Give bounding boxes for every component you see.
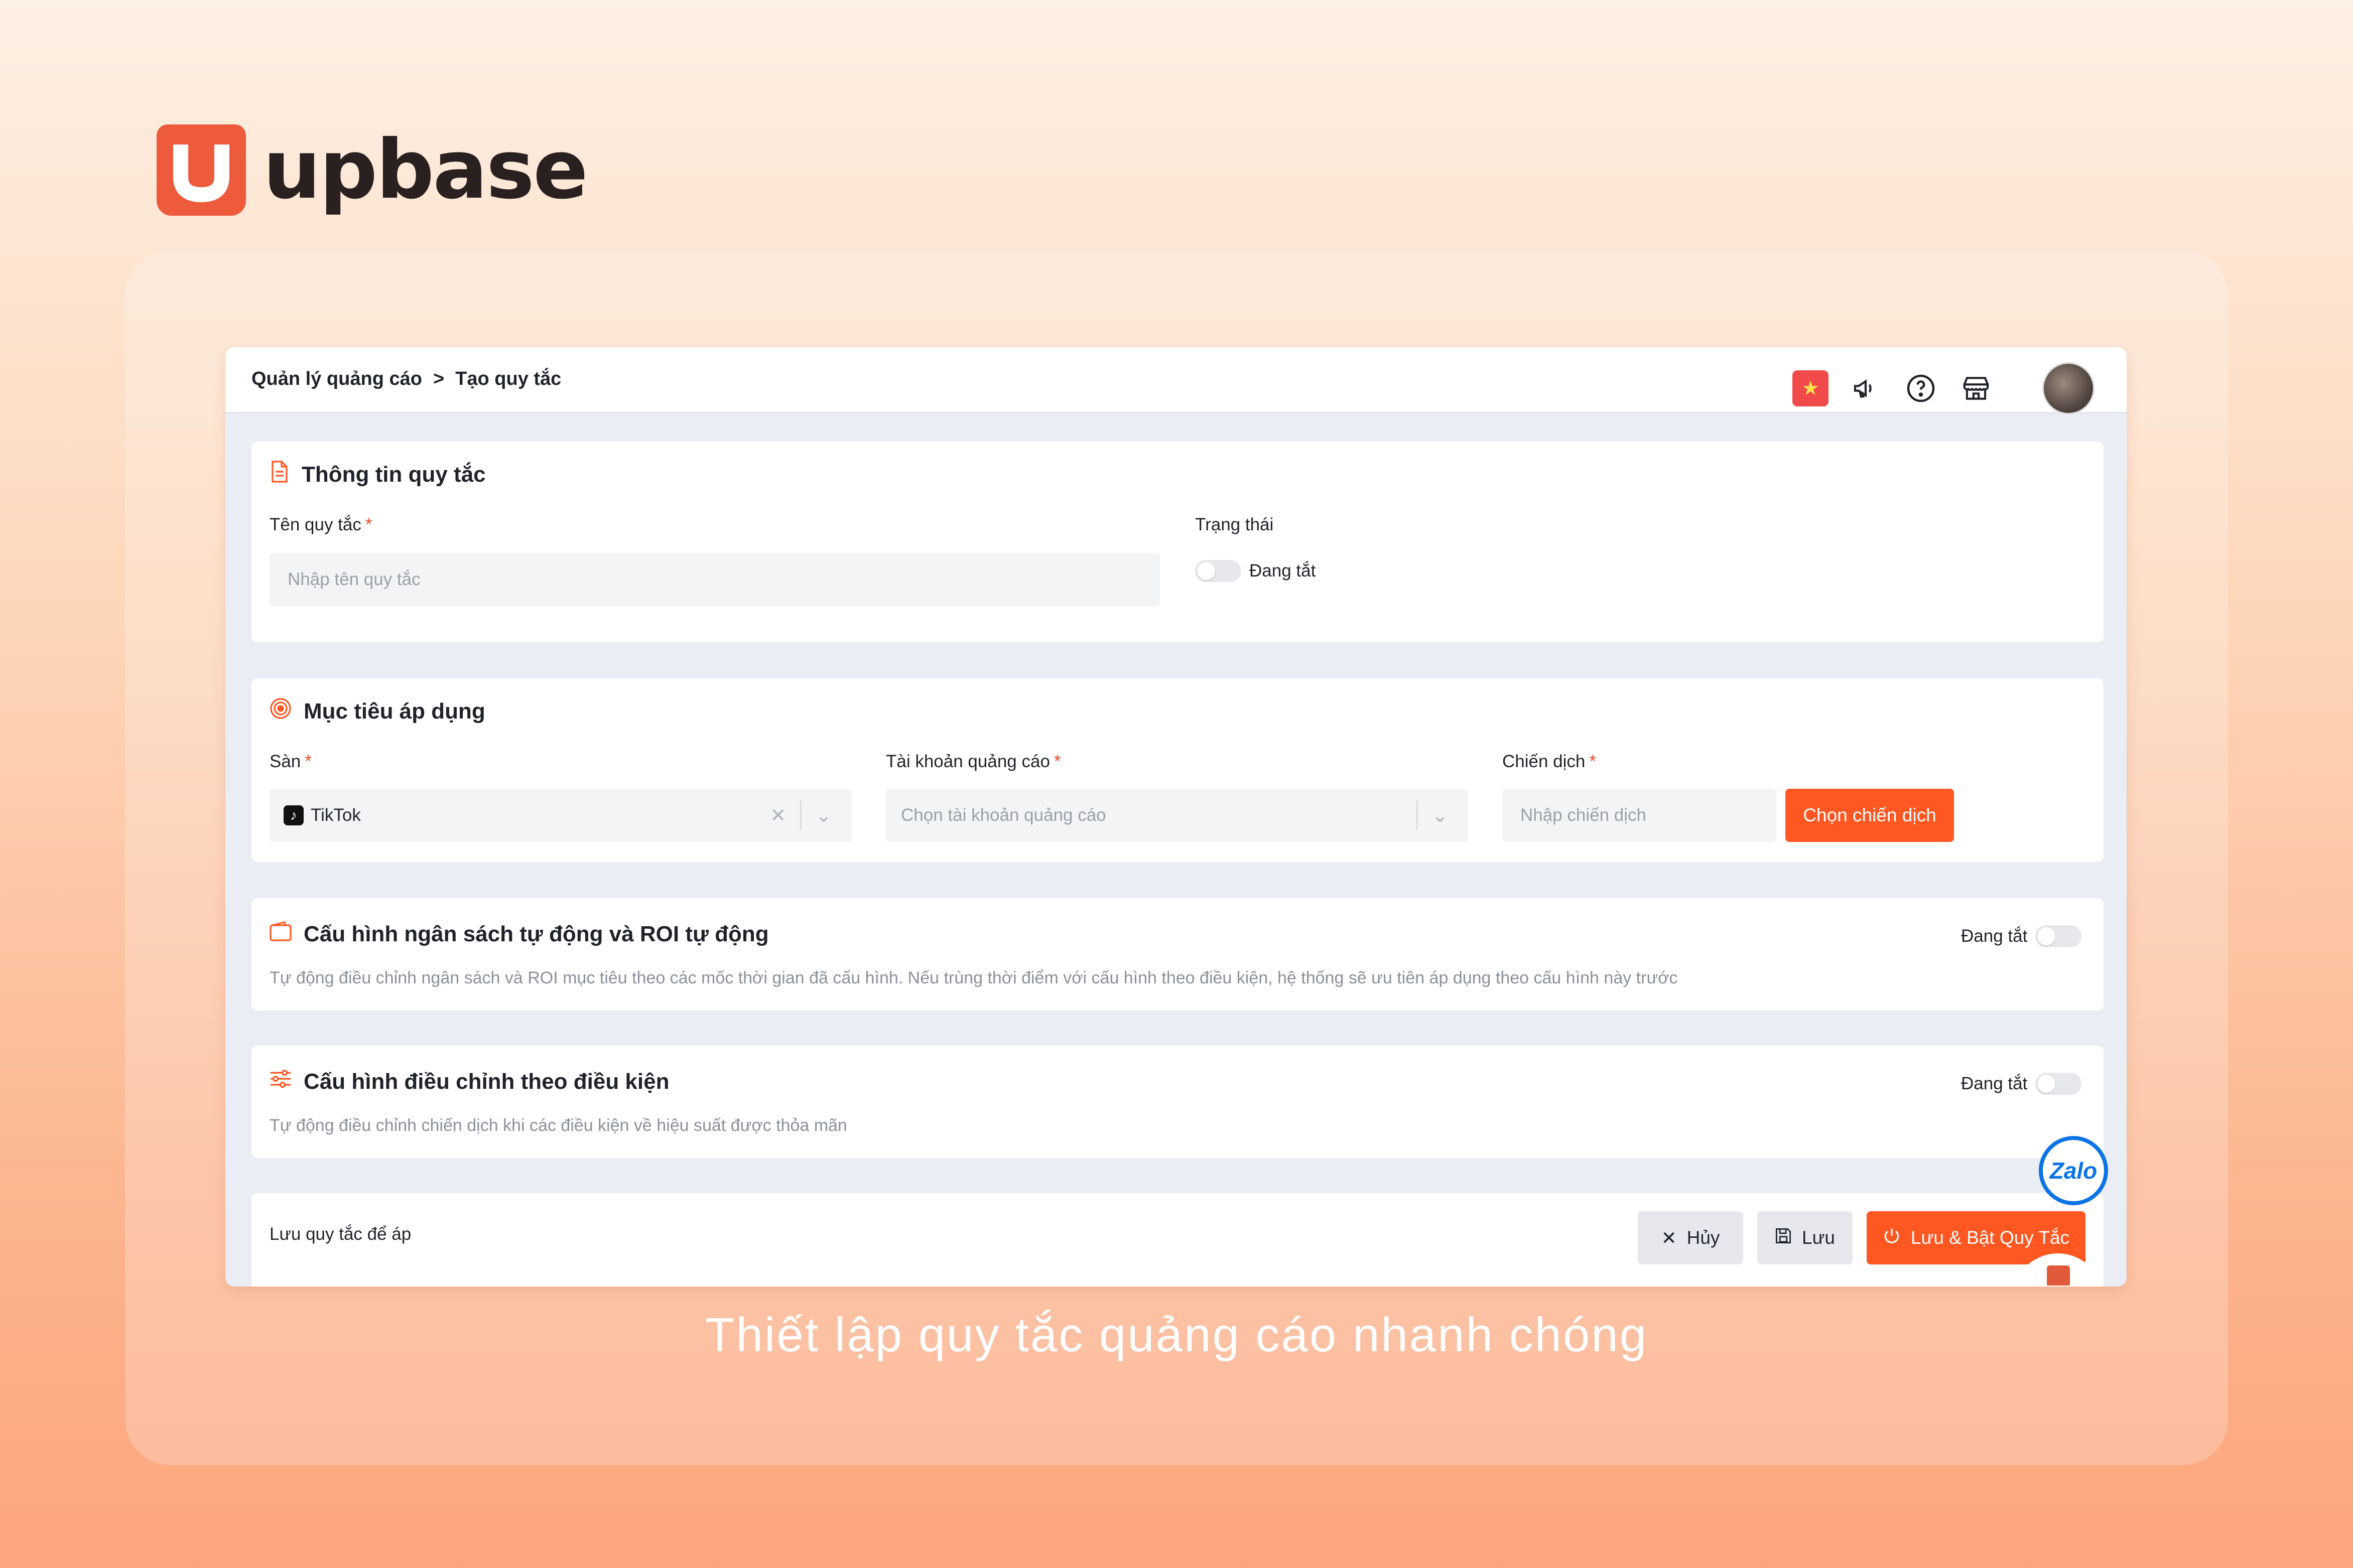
select-divider <box>800 800 802 830</box>
ad-account-label: Tài khoản quảng cáo * <box>886 752 1061 771</box>
conditional-toggle[interactable] <box>2035 1073 2081 1095</box>
conditional-toggle-label: Đang tắt <box>1961 1074 2028 1093</box>
breadcrumb-parent[interactable]: Quản lý quảng cáo <box>251 368 422 390</box>
status-toggle[interactable] <box>1195 560 1241 582</box>
conditional-card: Cấu hình điều chỉnh theo điều kiện Đang … <box>251 1046 2104 1158</box>
megaphone-icon[interactable] <box>1848 370 1884 406</box>
auto-budget-toggle-label: Đang tắt <box>1961 926 2028 946</box>
rule-info-card: Thông tin quy tắc Tên quy tắc * Nhập tên … <box>251 442 2104 642</box>
target-icon <box>270 697 292 725</box>
power-icon <box>1883 1227 1901 1249</box>
conditional-title: Cấu hình điều chỉnh theo điều kiện <box>270 1069 669 1094</box>
top-bar: Quản lý quảng cáo > Tạo quy tắc ★ <box>225 347 2127 414</box>
conditional-title-text: Cấu hình điều chỉnh theo điều kiện <box>304 1069 670 1094</box>
target-card: Mục tiêu áp dụng Sàn * ♪ TikTok ✕ ⌄ Tài k… <box>251 678 2104 862</box>
footer-hint: Lưu quy tắc để áp <box>270 1224 412 1244</box>
platform-select[interactable]: ♪ TikTok ✕ ⌄ <box>270 789 852 842</box>
document-icon <box>270 461 290 488</box>
brand-name: upbase <box>263 123 588 217</box>
status-label: Trạng thái <box>1195 515 1274 534</box>
wallet-icon <box>270 921 292 947</box>
help-icon[interactable] <box>1903 370 1939 406</box>
app-window: Quản lý quảng cáo > Tạo quy tắc ★ Thông … <box>225 347 2127 1287</box>
platform-value: TikTok <box>311 805 361 825</box>
cancel-button[interactable]: ✕ Hủy <box>1638 1211 1743 1264</box>
close-icon: ✕ <box>1661 1227 1677 1248</box>
caption: Thiết lập quy tắc quảng cáo nhanh chóng <box>705 1308 1648 1362</box>
select-divider <box>1416 800 1418 830</box>
target-title-text: Mục tiêu áp dụng <box>304 698 485 724</box>
campaign-placeholder: Nhập chiến dịch <box>1520 805 1646 825</box>
save-and-enable-label: Lưu & Bật Quy Tắc <box>1910 1227 2070 1248</box>
upbase-logo: upbase <box>157 123 588 217</box>
footer-bar: Lưu quy tắc để áp ✕ Hủy Lưu Lưu & Bật Qu… <box>251 1193 2104 1287</box>
ad-account-select[interactable]: Chọn tài khoản quảng cáo ⌄ <box>886 789 1468 842</box>
conditional-description: Tự động điều chỉnh chiến dịch khi các đi… <box>270 1116 847 1135</box>
chevron-down-icon[interactable]: ⌄ <box>816 804 832 827</box>
rule-info-title-text: Thông tin quy tắc <box>302 462 486 487</box>
rule-name-placeholder: Nhập tên quy tắc <box>288 569 421 589</box>
choose-campaign-button[interactable]: Chọn chiến dịch <box>1785 789 1954 842</box>
chevron-down-icon[interactable]: ⌄ <box>1432 804 1448 827</box>
user-avatar[interactable] <box>2042 362 2095 414</box>
save-label: Lưu <box>1802 1227 1835 1248</box>
upbase-logo-mark-icon <box>157 124 246 216</box>
auto-budget-title-text: Cấu hình ngân sách tự động và ROI tự độn… <box>304 921 769 946</box>
ad-account-placeholder: Chọn tài khoản quảng cáo <box>901 805 1106 825</box>
cancel-label: Hủy <box>1686 1227 1720 1248</box>
shopping-bag-widget[interactable] <box>2013 1253 2103 1287</box>
auto-budget-title: Cấu hình ngân sách tự động và ROI tự độn… <box>270 921 769 947</box>
auto-budget-toggle[interactable] <box>2035 925 2081 947</box>
campaign-input[interactable]: Nhập chiến dịch <box>1502 789 1776 842</box>
rule-info-title: Thông tin quy tắc <box>270 461 486 488</box>
tiktok-icon: ♪ <box>284 805 304 825</box>
breadcrumb-current: Tạo quy tắc <box>455 368 562 389</box>
status-toggle-label: Đang tắt <box>1249 561 1316 581</box>
floppy-disk-icon <box>1775 1227 1792 1249</box>
platform-label: Sàn * <box>270 752 312 771</box>
breadcrumb: Quản lý quảng cáo > Tạo quy tắc <box>251 368 561 390</box>
zalo-chat-button[interactable]: Zalo <box>2039 1136 2108 1205</box>
auto-budget-description: Tự động điều chỉnh ngân sách và ROI mục … <box>270 968 1678 987</box>
auto-budget-card: Cấu hình ngân sách tự động và ROI tự độn… <box>251 898 2104 1011</box>
clear-icon[interactable]: ✕ <box>770 804 786 827</box>
campaign-label: Chiến dịch * <box>1502 752 1597 771</box>
store-icon[interactable] <box>1958 370 1994 406</box>
shopping-bag-icon <box>2047 1265 2070 1286</box>
rule-name-input[interactable]: Nhập tên quy tắc <box>270 553 1160 606</box>
sliders-icon <box>270 1069 292 1094</box>
vietnam-flag-icon[interactable]: ★ <box>1792 370 1828 406</box>
breadcrumb-separator: > <box>433 368 445 389</box>
save-button[interactable]: Lưu <box>1757 1211 1853 1264</box>
target-title: Mục tiêu áp dụng <box>270 697 485 725</box>
topbar-actions: ★ <box>1792 362 2095 414</box>
rule-name-label: Tên quy tắc * <box>270 515 372 534</box>
